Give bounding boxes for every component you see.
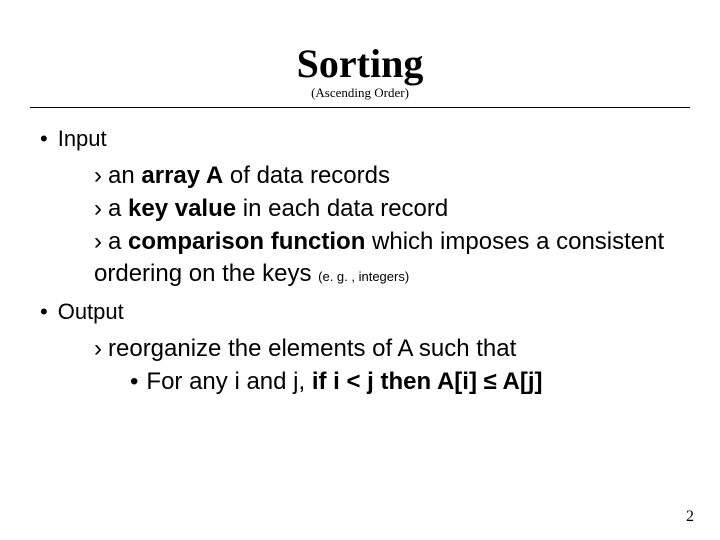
input-item-3-note: (e. g. , integers) [318, 269, 409, 284]
output-condition: • For any i and j, if i < j then A[i] ≤ A… [130, 366, 690, 397]
section-input-heading: • Input [40, 126, 690, 152]
output-lead: reorganize the elements of A such that [108, 335, 516, 362]
input-item-3-strong: comparison function [128, 228, 365, 255]
bullet-dot-icon: • [40, 299, 48, 324]
output-item-1: ›reorganize the elements of A such that [94, 333, 690, 364]
section-input-label: Input [58, 126, 107, 151]
input-item-3-prefix: a [108, 228, 128, 255]
bullet-dot-icon: • [40, 126, 48, 151]
output-condition-prefix: For any i and j, [146, 368, 311, 395]
slide-subtitle: (Ascending Order) [30, 85, 690, 101]
chevron-right-icon: › [94, 162, 102, 189]
input-item-2: ›a key value in each data record [94, 193, 690, 224]
title-divider [30, 107, 690, 108]
section-output-heading: • Output [40, 299, 690, 325]
output-condition-strong: if i < j then A[i] ≤ A[j] [312, 368, 543, 395]
input-item-3: ›a comparison function which imposes a c… [94, 226, 690, 288]
input-item-1-strong: array A [141, 162, 223, 189]
chevron-right-icon: › [94, 335, 102, 362]
input-item-2-strong: key value [128, 195, 236, 222]
title-area: Sorting (Ascending Order) [30, 40, 690, 101]
chevron-right-icon: › [94, 228, 102, 255]
input-item-2-prefix: a [108, 195, 128, 222]
input-item-1-prefix: an [108, 162, 141, 189]
slide-title: Sorting [30, 40, 690, 87]
section-output-label: Output [58, 299, 124, 324]
input-item-1-suffix: of data records [223, 162, 390, 189]
input-item-2-suffix: in each data record [236, 195, 448, 222]
slide: Sorting (Ascending Order) •Input ›an arr… [0, 0, 720, 417]
input-item-1: ›an array A of data records [94, 160, 690, 191]
bullet-dot-icon: • [130, 368, 138, 395]
page-number: 2 [686, 508, 694, 526]
chevron-right-icon: › [94, 195, 102, 222]
